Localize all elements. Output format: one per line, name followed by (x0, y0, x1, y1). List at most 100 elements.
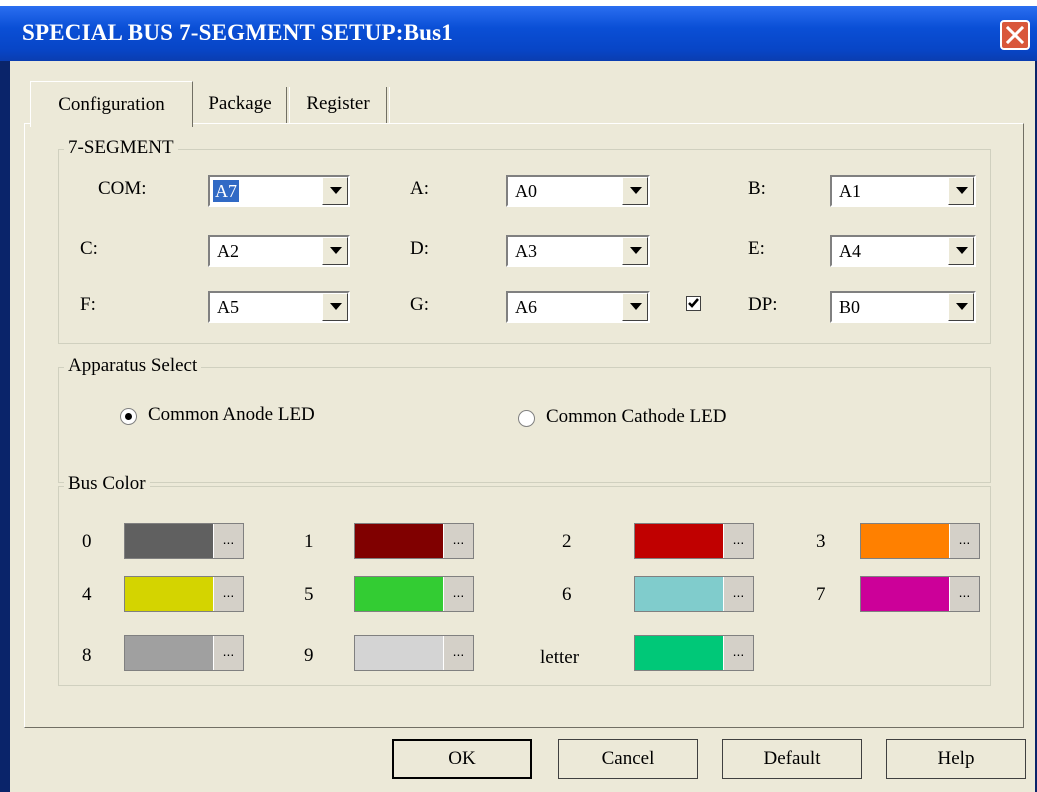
color-2-swatch[interactable]: ... (634, 523, 754, 559)
com-dropdown-button[interactable] (322, 177, 348, 205)
chevron-down-icon (956, 303, 968, 310)
color-3-more-button[interactable]: ... (949, 524, 979, 558)
color-5-swatch[interactable]: ... (354, 576, 474, 612)
color-letter-swatch[interactable]: ... (634, 635, 754, 671)
color-1-swatch[interactable]: ... (354, 523, 474, 559)
tab-configuration[interactable]: Configuration (30, 81, 193, 127)
help-button[interactable]: Help (886, 739, 1026, 779)
b-dropdown-button[interactable] (948, 177, 974, 205)
com-select-value: A7 (213, 180, 239, 202)
b-select-value: A1 (839, 181, 861, 201)
color-letter-label: letter (540, 647, 580, 668)
e-label: E: (748, 238, 765, 259)
cancel-button[interactable]: Cancel (558, 739, 698, 779)
g-select[interactable]: A6 (506, 291, 650, 323)
a-select-value: A0 (515, 181, 537, 201)
dp-checkbox[interactable] (686, 296, 701, 311)
color-3-fill (861, 524, 949, 558)
chevron-down-icon (956, 187, 968, 194)
color-6-swatch[interactable]: ... (634, 576, 754, 612)
chevron-down-icon (630, 187, 642, 194)
d-select-value: A3 (515, 241, 537, 261)
color-7-label: 7 (816, 584, 826, 605)
a-select[interactable]: A0 (506, 175, 650, 207)
c-select-value: A2 (217, 241, 239, 261)
color-5-label: 5 (304, 584, 314, 605)
bus-color-group-label: Bus Color (64, 473, 150, 495)
color-1-more-button[interactable]: ... (443, 524, 473, 558)
dp-select-value: B0 (839, 297, 861, 317)
a-dropdown-button[interactable] (622, 177, 648, 205)
f-select[interactable]: A5 (208, 291, 350, 323)
title-bar[interactable]: SPECIAL BUS 7-SEGMENT SETUP:Bus1 (0, 6, 1037, 61)
common-cathode-label[interactable]: Common Cathode LED (546, 406, 726, 428)
color-6-fill (635, 577, 723, 611)
b-label: B: (748, 178, 766, 199)
color-6-label: 6 (562, 584, 572, 605)
b-select[interactable]: A1 (830, 175, 976, 207)
g-label: G: (410, 294, 429, 315)
color-8-fill (125, 636, 213, 670)
color-1-label: 1 (304, 531, 314, 552)
ok-button[interactable]: OK (392, 739, 532, 779)
d-dropdown-button[interactable] (622, 237, 648, 265)
color-0-label: 0 (82, 531, 92, 552)
color-2-fill (635, 524, 723, 558)
common-anode-radio[interactable] (120, 408, 137, 425)
color-3-swatch[interactable]: ... (860, 523, 980, 559)
common-anode-label[interactable]: Common Anode LED (148, 404, 315, 426)
d-select[interactable]: A3 (506, 235, 650, 267)
com-select[interactable]: A7 (208, 175, 350, 207)
default-button[interactable]: Default (722, 739, 862, 779)
f-label: F: (80, 294, 96, 315)
color-5-fill (355, 577, 443, 611)
chevron-down-icon (330, 247, 342, 254)
chevron-down-icon (630, 303, 642, 310)
e-select-value: A4 (839, 241, 861, 261)
color-5-more-button[interactable]: ... (443, 577, 473, 611)
color-2-more-button[interactable]: ... (723, 524, 753, 558)
tab-package[interactable]: Package (194, 84, 286, 124)
tab-register[interactable]: Register (290, 84, 386, 124)
a-label: A: (410, 178, 429, 199)
color-4-label: 4 (82, 584, 92, 605)
chevron-down-icon (330, 187, 342, 194)
color-9-swatch[interactable]: ... (354, 635, 474, 671)
c-select[interactable]: A2 (208, 235, 350, 267)
color-letter-fill (635, 636, 723, 670)
color-4-more-button[interactable]: ... (213, 577, 243, 611)
tab-separator (386, 87, 390, 123)
f-select-value: A5 (217, 297, 239, 317)
c-dropdown-button[interactable] (322, 237, 348, 265)
window-title: SPECIAL BUS 7-SEGMENT SETUP:Bus1 (22, 20, 453, 45)
common-cathode-radio[interactable] (518, 410, 535, 427)
color-7-swatch[interactable]: ... (860, 576, 980, 612)
color-4-swatch[interactable]: ... (124, 576, 244, 612)
color-0-swatch[interactable]: ... (124, 523, 244, 559)
chevron-down-icon (330, 303, 342, 310)
color-letter-more-button[interactable]: ... (723, 636, 753, 670)
dp-dropdown-button[interactable] (948, 293, 974, 321)
e-select[interactable]: A4 (830, 235, 976, 267)
e-dropdown-button[interactable] (948, 237, 974, 265)
color-9-label: 9 (304, 645, 314, 666)
g-dropdown-button[interactable] (622, 293, 648, 321)
color-7-more-button[interactable]: ... (949, 577, 979, 611)
color-8-swatch[interactable]: ... (124, 635, 244, 671)
dp-label: DP: (748, 294, 778, 315)
color-2-label: 2 (562, 531, 572, 552)
color-0-more-button[interactable]: ... (213, 524, 243, 558)
dp-select[interactable]: B0 (830, 291, 976, 323)
color-8-more-button[interactable]: ... (213, 636, 243, 670)
close-button[interactable] (1000, 20, 1030, 50)
g-select-value: A6 (515, 297, 537, 317)
color-9-fill (355, 636, 443, 670)
f-dropdown-button[interactable] (322, 293, 348, 321)
chevron-down-icon (630, 247, 642, 254)
c-label: C: (80, 238, 98, 259)
color-6-more-button[interactable]: ... (723, 577, 753, 611)
d-label: D: (410, 238, 429, 259)
color-1-fill (355, 524, 443, 558)
color-9-more-button[interactable]: ... (443, 636, 473, 670)
color-0-fill (125, 524, 213, 558)
